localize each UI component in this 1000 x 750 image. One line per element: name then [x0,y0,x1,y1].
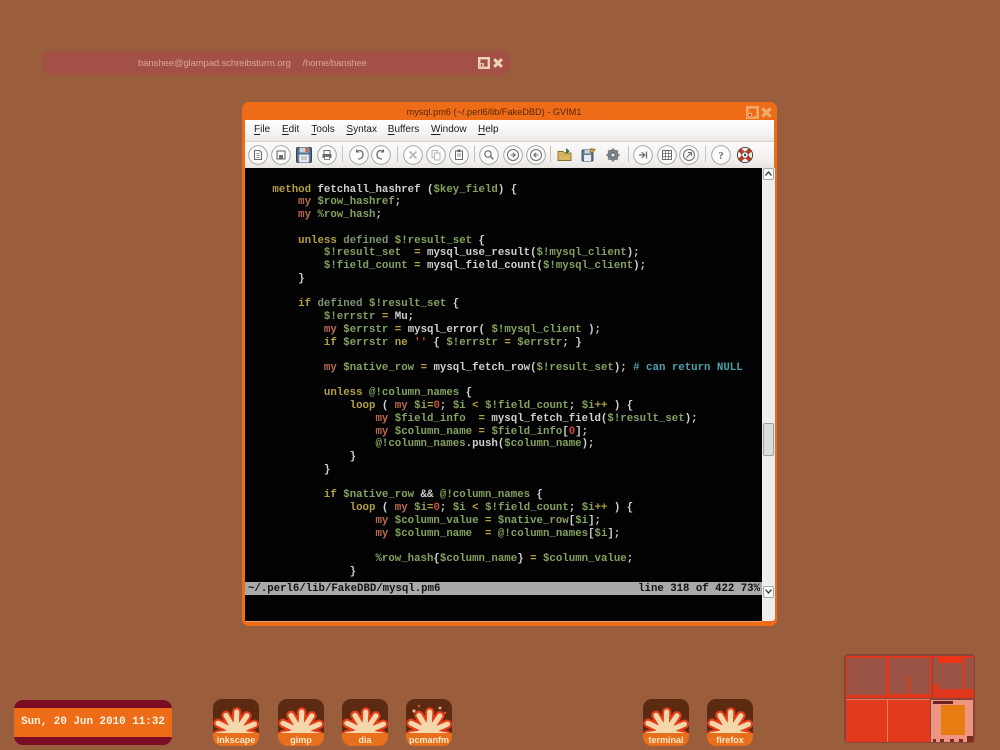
svg-text:?: ? [718,150,724,162]
